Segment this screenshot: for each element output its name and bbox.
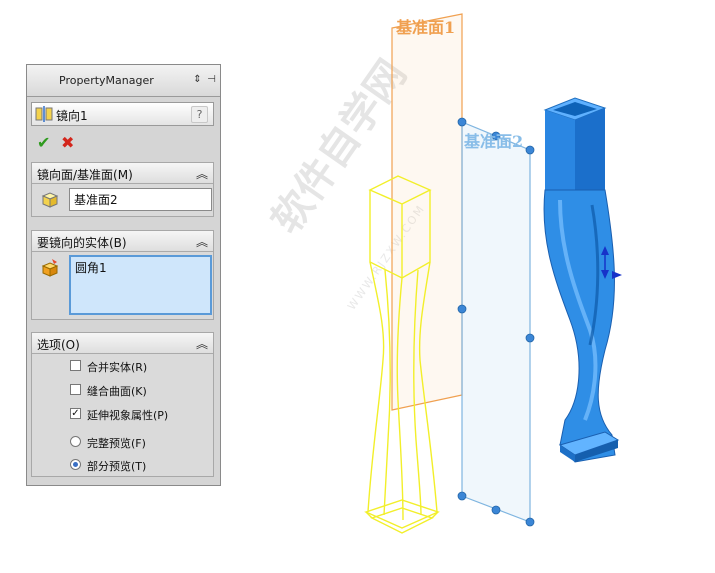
- ok-button[interactable]: ✔: [37, 133, 50, 152]
- radio-label: 部分预览(T): [87, 460, 147, 473]
- expand-collapse-icon[interactable]: ⇕: [191, 73, 204, 86]
- feature-title-bar: 镜向1 ?: [31, 102, 214, 126]
- radio-button[interactable]: [70, 436, 81, 447]
- radio-label: 完整预览(F): [87, 437, 146, 450]
- plane-icon: [41, 192, 59, 208]
- mirror-plane-group-title: 镜向面/基准面(M): [37, 168, 133, 182]
- mirrored-solid-leg: [543, 97, 622, 463]
- help-button[interactable]: ?: [191, 106, 208, 123]
- options-group: 选项(O) ︽ 合并实体(R) 缝合曲面(K) ✓ 延伸视象属性(P) 完整预览…: [31, 332, 214, 477]
- plane2: [461, 121, 531, 523]
- bodies-group: 要镜向的实体(B) ︽ 圆角1: [31, 230, 214, 320]
- plane1-label[interactable]: 基准面1: [396, 14, 455, 38]
- feature-name: 镜向1: [56, 109, 88, 123]
- property-manager-panel: PropertyManager ⇕ ⊣ 镜向1 ? ✔ ✖ 镜向面/基准面(M)…: [26, 64, 221, 486]
- solid-body-icon: [41, 259, 59, 277]
- checkbox-label: 延伸视象属性(P): [87, 409, 169, 422]
- collapse-icon[interactable]: ︽: [196, 233, 208, 250]
- checkbox-box[interactable]: [70, 360, 81, 371]
- property-manager-title: PropertyManager: [59, 74, 154, 87]
- cancel-button[interactable]: ✖: [61, 133, 74, 152]
- bodies-list-item[interactable]: 圆角1: [75, 259, 206, 276]
- plane2-label[interactable]: 基准面2: [464, 128, 523, 152]
- mirror-plane-field[interactable]: 基准面2: [69, 188, 212, 211]
- bodies-list[interactable]: 圆角1: [69, 255, 212, 315]
- bodies-group-title: 要镜向的实体(B): [37, 236, 127, 250]
- bodies-group-header[interactable]: 要镜向的实体(B) ︽: [32, 231, 213, 252]
- options-group-title: 选项(O): [37, 338, 80, 352]
- checkbox-box-checked[interactable]: ✓: [70, 408, 81, 419]
- checkbox-box[interactable]: [70, 384, 81, 395]
- mirror-feature-icon: [35, 106, 53, 122]
- radio-button-selected[interactable]: [70, 459, 81, 470]
- options-group-header[interactable]: 选项(O) ︽: [32, 333, 213, 354]
- property-manager-header: PropertyManager ⇕ ⊣: [27, 65, 220, 97]
- mirror-plane-group-header[interactable]: 镜向面/基准面(M) ︽: [32, 163, 213, 184]
- pin-icon[interactable]: ⊣: [205, 73, 218, 86]
- checkbox-label: 合并实体(R): [87, 361, 148, 374]
- collapse-icon[interactable]: ︽: [196, 165, 208, 182]
- mirror-plane-group: 镜向面/基准面(M) ︽ 基准面2: [31, 162, 214, 217]
- collapse-icon[interactable]: ︽: [196, 335, 208, 352]
- checkbox-label: 缝合曲面(K): [87, 385, 147, 398]
